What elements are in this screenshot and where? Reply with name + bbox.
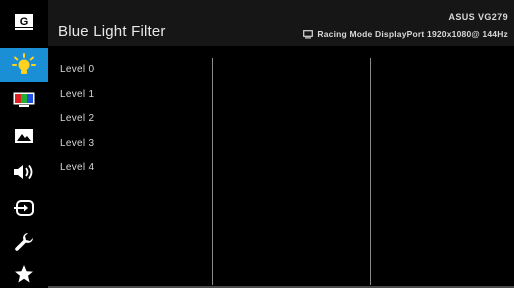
status-text: Racing Mode DisplayPort 1920x1080@ 144Hz xyxy=(317,29,508,39)
column-divider xyxy=(370,58,371,285)
color-icon xyxy=(13,92,35,107)
option-list: Level 0 Level 1 Level 2 Level 3 Level 4 xyxy=(60,64,94,187)
option-level-4[interactable]: Level 4 xyxy=(60,162,94,187)
option-level-3[interactable]: Level 3 xyxy=(60,138,94,163)
sidebar-item-system-setup[interactable] xyxy=(0,226,48,258)
header: Blue Light Filter ASUS VG279 Racing Mode… xyxy=(48,0,514,46)
sidebar-item-input-select[interactable] xyxy=(0,192,48,224)
status-line: Racing Mode DisplayPort 1920x1080@ 144Hz xyxy=(303,29,508,39)
sidebar-item-sound[interactable] xyxy=(0,156,48,188)
model-name: ASUS VG279 xyxy=(448,12,508,22)
input-select-icon xyxy=(14,200,34,216)
page-title: Blue Light Filter xyxy=(58,23,166,40)
sidebar-item-gamevisual[interactable]: G xyxy=(0,6,48,38)
image-icon xyxy=(15,129,33,143)
sidebar-item-blue-light-filter[interactable] xyxy=(0,48,48,82)
main-panel: Blue Light Filter ASUS VG279 Racing Mode… xyxy=(48,0,514,288)
osd-menu: G Blue Light Filter ASUS VG279 Racing Mo… xyxy=(0,0,514,288)
sound-icon xyxy=(14,164,33,180)
gaming-g-icon: G xyxy=(15,14,33,30)
column-divider xyxy=(212,58,213,285)
sidebar-item-color[interactable] xyxy=(0,84,48,116)
option-level-1[interactable]: Level 1 xyxy=(60,89,94,114)
svg-text:G: G xyxy=(20,16,29,28)
sidebar-item-image[interactable] xyxy=(0,120,48,152)
option-level-0[interactable]: Level 0 xyxy=(60,64,94,89)
blue-light-filter-icon xyxy=(12,53,36,74)
sidebar-item-my-favorite[interactable] xyxy=(0,258,48,288)
star-icon xyxy=(15,265,33,283)
wrench-icon xyxy=(15,233,33,251)
sidebar: G xyxy=(0,0,48,288)
monitor-icon xyxy=(303,29,314,38)
option-level-2[interactable]: Level 2 xyxy=(60,113,94,138)
